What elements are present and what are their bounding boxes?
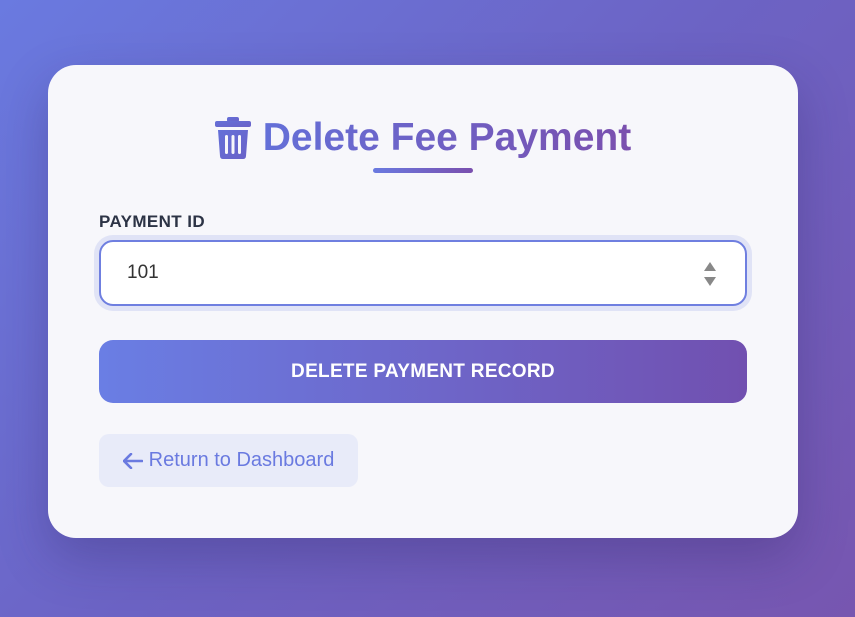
page-header: Delete Fee Payment <box>48 115 798 161</box>
trash-icon <box>214 117 251 159</box>
payment-id-input[interactable] <box>101 242 661 304</box>
return-dashboard-button[interactable]: Return to Dashboard <box>99 434 358 487</box>
page-title: Delete Fee Payment <box>262 116 632 159</box>
payment-id-label: PAYMENT ID <box>99 212 206 231</box>
number-spinner[interactable] <box>703 262 717 286</box>
payment-id-field <box>99 240 747 306</box>
title-underline <box>373 168 473 173</box>
spinner-down-icon[interactable] <box>704 277 716 286</box>
delete-payment-card: Delete Fee Payment PAYMENT ID DELETE PAY… <box>48 65 798 538</box>
spinner-up-icon[interactable] <box>704 262 716 271</box>
return-dashboard-label: Return to Dashboard <box>148 449 335 471</box>
arrow-left-icon <box>122 452 143 469</box>
delete-payment-button[interactable]: DELETE PAYMENT RECORD <box>99 340 747 403</box>
